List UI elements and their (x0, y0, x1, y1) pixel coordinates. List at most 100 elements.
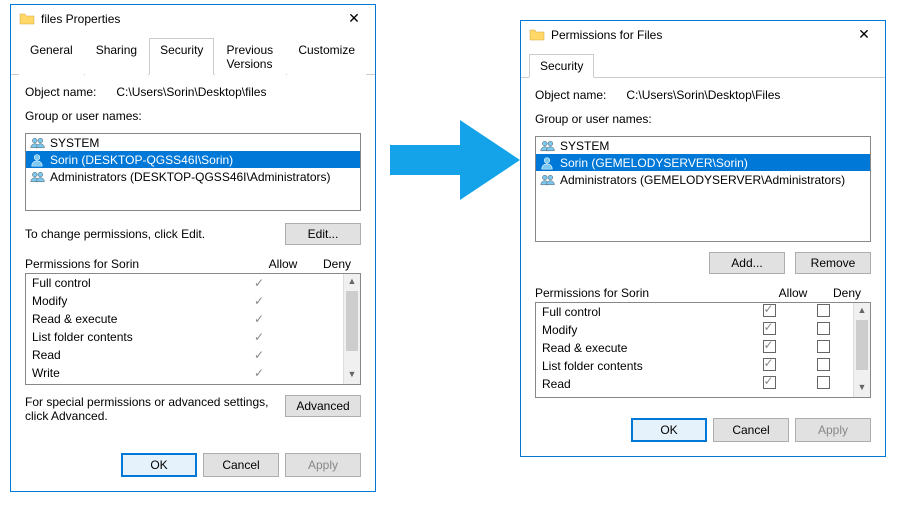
remove-button[interactable]: Remove (795, 252, 871, 274)
scroll-down-button[interactable]: ▼ (344, 367, 360, 384)
permission-row: Read (536, 375, 853, 393)
window-title: Permissions for Files (551, 28, 851, 42)
ok-button[interactable]: OK (631, 418, 707, 442)
deny-checkbox[interactable] (817, 358, 830, 371)
allow-checkbox[interactable] (763, 376, 776, 389)
allow-checkbox[interactable] (763, 322, 776, 335)
object-name-value: C:\Users\Sorin\Desktop\files (116, 85, 266, 99)
list-item[interactable]: SYSTEM (536, 137, 870, 154)
change-perms-text: To change permissions, click Edit. (25, 227, 285, 241)
tab-sharing[interactable]: Sharing (85, 38, 148, 75)
tab-general[interactable]: General (19, 38, 84, 75)
deny-checkbox[interactable] (817, 340, 830, 353)
list-item-label: SYSTEM (50, 136, 99, 150)
scroll-up-button[interactable]: ▲ (344, 274, 360, 291)
tab-security[interactable]: Security (529, 54, 594, 78)
object-name-label: Object name: (25, 85, 96, 99)
cancel-button[interactable]: Cancel (203, 453, 279, 477)
permission-name: List folder contents (542, 359, 739, 373)
permission-name: Modify (32, 294, 229, 308)
titlebar: Permissions for Files ✕ (521, 21, 885, 49)
user-icon (540, 156, 556, 170)
apply-button[interactable]: Apply (285, 453, 361, 477)
permission-row: Read✓ (26, 346, 343, 364)
close-button[interactable]: ✕ (851, 25, 877, 45)
scroll-up-button[interactable]: ▲ (854, 303, 870, 320)
deny-checkbox[interactable] (817, 376, 830, 389)
permission-row: Read & execute (536, 339, 853, 357)
scroll-down-button[interactable]: ▼ (854, 380, 870, 397)
permission-row: List folder contents (536, 357, 853, 375)
permission-name: Full control (542, 305, 739, 319)
permission-name: Read & execute (542, 341, 739, 355)
perms-for-label: Permissions for Sorin (535, 286, 763, 300)
users-listbox[interactable]: SYSTEM Sorin (DESKTOP-QGSS46I\Sorin) Admin… (25, 133, 361, 211)
list-item-label: Administrators (GEMELODYSERVER\Administr… (560, 173, 845, 187)
window-title: files Properties (41, 12, 341, 26)
tab-customize[interactable]: Customize (287, 38, 366, 75)
list-item[interactable]: Sorin (GEMELODYSERVER\Sorin) (536, 154, 870, 171)
allow-header: Allow (253, 257, 313, 271)
scrollbar[interactable]: ▲ ▼ (853, 303, 870, 397)
group-icon (540, 173, 556, 187)
user-icon (30, 153, 46, 167)
permission-row: Modify✓ (26, 292, 343, 310)
list-item[interactable]: Administrators (GEMELODYSERVER\Administr… (536, 171, 870, 188)
group-icon (30, 170, 46, 184)
object-name-label: Object name: (535, 88, 606, 102)
properties-window: files Properties ✕ GeneralSharingSecurit… (10, 4, 376, 492)
folder-icon (529, 27, 545, 43)
deny-header: Deny (823, 286, 871, 300)
group-icon (540, 139, 556, 153)
list-item-label: Sorin (DESKTOP-QGSS46I\Sorin) (50, 153, 233, 167)
list-item[interactable]: Sorin (DESKTOP-QGSS46I\Sorin) (26, 151, 360, 168)
permissions-window: Permissions for Files ✕ Security Object … (520, 20, 886, 457)
close-button[interactable]: ✕ (341, 9, 367, 29)
permission-name: Read (32, 348, 229, 362)
permission-row: Full control (536, 303, 853, 321)
list-item[interactable]: Administrators (DESKTOP-QGSS46I\Administ… (26, 168, 360, 185)
permissions-listbox[interactable]: Full control Modify Read & execute List fol… (535, 302, 871, 398)
allow-check-icon: ✓ (229, 294, 289, 308)
allow-checkbox[interactable] (763, 340, 776, 353)
advanced-text: For special permissions or advanced sett… (25, 395, 285, 423)
scrollbar[interactable]: ▲ ▼ (343, 274, 360, 384)
allow-checkbox[interactable] (763, 358, 776, 371)
tab-previous-versions[interactable]: Previous Versions (215, 38, 286, 75)
permission-row: Write✓ (26, 364, 343, 382)
allow-check-icon: ✓ (229, 276, 289, 290)
tabs: GeneralSharingSecurityPrevious VersionsC… (11, 33, 375, 75)
edit-button[interactable]: Edit... (285, 223, 361, 245)
list-item-label: Administrators (DESKTOP-QGSS46I\Administ… (50, 170, 331, 184)
scroll-thumb[interactable] (856, 320, 868, 370)
allow-header: Allow (763, 286, 823, 300)
list-item[interactable]: SYSTEM (26, 134, 360, 151)
advanced-button[interactable]: Advanced (285, 395, 361, 417)
tab-security[interactable]: Security (149, 38, 214, 75)
permission-row: List folder contents✓ (26, 328, 343, 346)
allow-check-icon: ✓ (229, 366, 289, 380)
permission-name: Read (542, 377, 739, 391)
permission-name: Write (32, 366, 229, 380)
deny-checkbox[interactable] (817, 322, 830, 335)
arrow-icon (390, 120, 520, 200)
allow-check-icon: ✓ (229, 312, 289, 326)
allow-check-icon: ✓ (229, 348, 289, 362)
list-item-label: Sorin (GEMELODYSERVER\Sorin) (560, 156, 748, 170)
permission-name: List folder contents (32, 330, 229, 344)
groups-label: Group or user names: (535, 112, 871, 126)
cancel-button[interactable]: Cancel (713, 418, 789, 442)
add-button[interactable]: Add... (709, 252, 785, 274)
permission-name: Modify (542, 323, 739, 337)
permissions-listbox[interactable]: Full control✓Modify✓Read & execute✓List … (25, 273, 361, 385)
ok-button[interactable]: OK (121, 453, 197, 477)
permission-row: Read & execute✓ (26, 310, 343, 328)
users-listbox[interactable]: SYSTEM Sorin (GEMELODYSERVER\Sorin) Admini… (535, 136, 871, 242)
deny-header: Deny (313, 257, 361, 271)
list-item-label: SYSTEM (560, 139, 609, 153)
allow-checkbox[interactable] (763, 304, 776, 317)
groups-label: Group or user names: (25, 109, 361, 123)
apply-button[interactable]: Apply (795, 418, 871, 442)
scroll-thumb[interactable] (346, 291, 358, 351)
deny-checkbox[interactable] (817, 304, 830, 317)
